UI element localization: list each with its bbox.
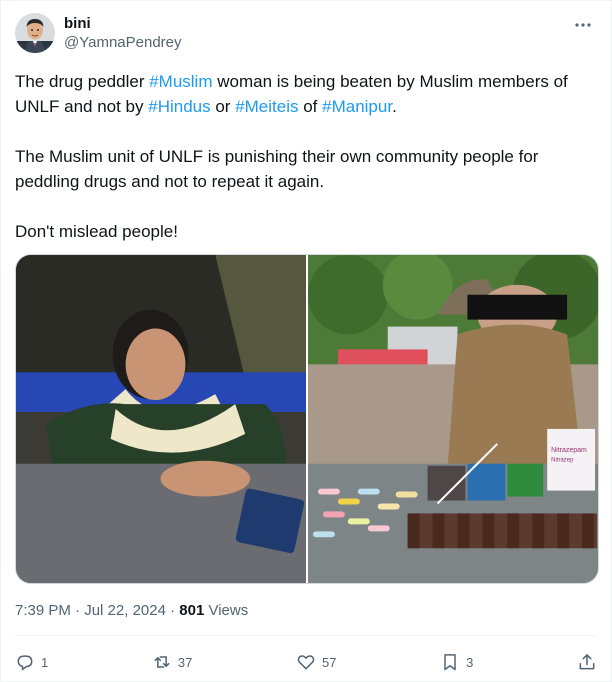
tweet-paragraph-3: Don't mislead people! xyxy=(15,222,178,241)
hashtag-meiteis[interactable]: #Meiteis xyxy=(235,97,298,116)
box-label: Nitrazepam xyxy=(551,447,587,454)
reply-icon xyxy=(17,655,33,671)
bookmark-icon xyxy=(444,654,456,671)
text-segment: . xyxy=(392,97,397,116)
tweet-header: bini @YamnaPendrey xyxy=(15,11,597,57)
tweet-paragraph-1: The drug peddler #Muslim woman is being … xyxy=(15,69,599,119)
author-names: bini @YamnaPendrey xyxy=(64,14,182,53)
more-icon xyxy=(575,23,591,27)
tweet-card: bini @YamnaPendrey The drug peddler #Mus… xyxy=(0,0,612,682)
reply-count: 1 xyxy=(41,654,49,670)
more-button[interactable] xyxy=(571,15,595,35)
avatar-image xyxy=(15,13,55,53)
tweet-paragraph-2: The Muslim unit of UNLF is punishing the… xyxy=(15,147,539,191)
views-label: Views xyxy=(204,602,249,619)
like-count: 57 xyxy=(321,654,337,670)
tweet-text: The drug peddler #Muslim woman is being … xyxy=(15,69,599,244)
tweet-time[interactable]: 7:39 PM xyxy=(15,602,71,619)
share-icon xyxy=(579,654,595,670)
repost-icon xyxy=(154,656,170,668)
share-button[interactable] xyxy=(577,652,597,672)
tweet-meta: 7:39 PM · Jul 22, 2024 · 801 Views xyxy=(15,601,248,621)
bookmark-button[interactable]: 3 xyxy=(440,652,473,672)
media-grid: Nitrazepam Nitrazep xyxy=(15,254,599,584)
text-segment: The drug peddler xyxy=(15,72,150,91)
display-name[interactable]: bini xyxy=(64,14,182,33)
tweet-date[interactable]: Jul 22, 2024 xyxy=(84,602,166,619)
photo-seized-drugs: Nitrazepam Nitrazep xyxy=(308,255,598,583)
media-photo-right[interactable]: Nitrazepam Nitrazep xyxy=(308,255,598,583)
meta-separator: · xyxy=(70,602,85,619)
photo-woman-seated xyxy=(16,255,306,583)
avatar[interactable] xyxy=(15,13,55,53)
repost-count: 37 xyxy=(177,654,193,670)
action-bar: 1 37 57 3 xyxy=(15,647,597,677)
divider xyxy=(15,635,597,636)
text-segment: or xyxy=(210,97,236,116)
views-count: 801 xyxy=(179,602,205,619)
handle[interactable]: @YamnaPendrey xyxy=(64,33,182,53)
bookmark-count: 3 xyxy=(466,654,474,670)
hashtag-manipur[interactable]: #Manipur xyxy=(322,97,392,116)
box-label-sub: Nitrazep xyxy=(551,458,574,464)
reply-button[interactable]: 1 xyxy=(15,652,48,672)
heart-icon xyxy=(297,655,315,670)
like-button[interactable]: 57 xyxy=(296,652,336,672)
hashtag-hindus[interactable]: #Hindus xyxy=(148,97,210,116)
repost-button[interactable]: 37 xyxy=(152,652,192,672)
meta-separator: · xyxy=(165,602,180,619)
text-segment: of xyxy=(298,97,323,116)
media-photo-left[interactable] xyxy=(16,255,306,583)
hashtag-muslim[interactable]: #Muslim xyxy=(149,72,212,91)
